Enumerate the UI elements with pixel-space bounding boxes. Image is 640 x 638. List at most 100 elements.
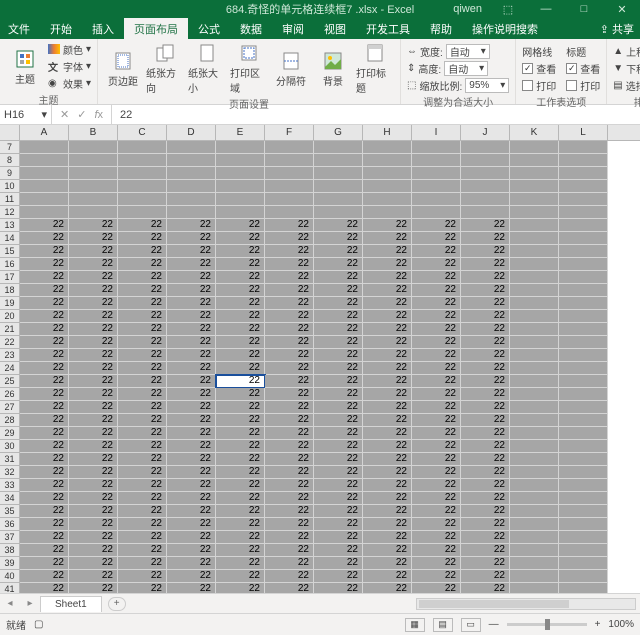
col-header[interactable]: J bbox=[461, 125, 510, 140]
cell[interactable] bbox=[559, 583, 608, 593]
cell[interactable]: 22 bbox=[461, 401, 510, 414]
select-all-corner[interactable] bbox=[0, 125, 20, 140]
cell[interactable]: 22 bbox=[167, 544, 216, 557]
cell[interactable]: 22 bbox=[20, 466, 69, 479]
cell[interactable]: 22 bbox=[265, 505, 314, 518]
cell[interactable]: 22 bbox=[314, 505, 363, 518]
cell[interactable]: 22 bbox=[314, 479, 363, 492]
cell[interactable] bbox=[510, 531, 559, 544]
cell[interactable]: 22 bbox=[314, 557, 363, 570]
cell[interactable]: 22 bbox=[167, 531, 216, 544]
maximize-button[interactable]: □ bbox=[572, 3, 596, 15]
cell[interactable]: 22 bbox=[20, 336, 69, 349]
macro-record-icon[interactable]: ▢ bbox=[34, 619, 43, 630]
cell[interactable]: 22 bbox=[412, 427, 461, 440]
cell[interactable]: 22 bbox=[265, 323, 314, 336]
cell[interactable]: 22 bbox=[363, 297, 412, 310]
cell[interactable] bbox=[216, 141, 265, 154]
cell[interactable] bbox=[510, 245, 559, 258]
sheet-nav-arrows[interactable]: ◂▸ bbox=[0, 598, 40, 609]
cell[interactable] bbox=[559, 323, 608, 336]
col-header[interactable]: G bbox=[314, 125, 363, 140]
cell[interactable]: 22 bbox=[118, 479, 167, 492]
cell[interactable] bbox=[559, 466, 608, 479]
cell[interactable] bbox=[559, 297, 608, 310]
headings-view-checkbox[interactable]: ✓查看 bbox=[566, 60, 600, 76]
cell[interactable]: 22 bbox=[461, 531, 510, 544]
cell[interactable]: 22 bbox=[20, 323, 69, 336]
cell[interactable] bbox=[559, 518, 608, 531]
cell[interactable]: 22 bbox=[314, 531, 363, 544]
cell[interactable]: 22 bbox=[20, 518, 69, 531]
cell[interactable]: 22 bbox=[118, 583, 167, 593]
cell[interactable]: 22 bbox=[69, 245, 118, 258]
row-header[interactable]: 15 bbox=[0, 245, 20, 258]
cell[interactable]: 22 bbox=[461, 362, 510, 375]
col-header[interactable]: B bbox=[69, 125, 118, 140]
cell[interactable]: 22 bbox=[363, 232, 412, 245]
scale-percent[interactable]: ⬚缩放比例:95%▾ bbox=[407, 77, 509, 93]
col-header[interactable]: C bbox=[118, 125, 167, 140]
cell[interactable]: 22 bbox=[216, 219, 265, 232]
cell[interactable]: 22 bbox=[167, 479, 216, 492]
cell[interactable] bbox=[510, 193, 559, 206]
cell[interactable] bbox=[363, 167, 412, 180]
cell[interactable]: 22 bbox=[363, 219, 412, 232]
cell[interactable]: 22 bbox=[412, 284, 461, 297]
cell[interactable]: 22 bbox=[20, 245, 69, 258]
cell[interactable] bbox=[69, 141, 118, 154]
zoom-out-button[interactable]: — bbox=[489, 619, 499, 630]
row-header[interactable]: 33 bbox=[0, 479, 20, 492]
row-header[interactable]: 19 bbox=[0, 297, 20, 310]
cell[interactable]: 22 bbox=[20, 258, 69, 271]
cell[interactable] bbox=[167, 154, 216, 167]
cell[interactable] bbox=[559, 531, 608, 544]
cell[interactable] bbox=[510, 544, 559, 557]
cell[interactable] bbox=[412, 154, 461, 167]
zoom-in-button[interactable]: + bbox=[595, 619, 601, 630]
cell[interactable]: 22 bbox=[216, 297, 265, 310]
cell[interactable]: 22 bbox=[69, 466, 118, 479]
cell[interactable]: 22 bbox=[363, 414, 412, 427]
cell[interactable] bbox=[461, 141, 510, 154]
row-header[interactable]: 23 bbox=[0, 349, 20, 362]
cell[interactable] bbox=[510, 479, 559, 492]
cell[interactable]: 22 bbox=[118, 245, 167, 258]
cell[interactable]: 22 bbox=[69, 505, 118, 518]
new-sheet-button[interactable]: + bbox=[108, 597, 126, 611]
cell[interactable]: 22 bbox=[461, 388, 510, 401]
cell[interactable] bbox=[69, 193, 118, 206]
cell[interactable] bbox=[69, 167, 118, 180]
cell[interactable]: 22 bbox=[216, 271, 265, 284]
share-button[interactable]: ⇪ 共享 bbox=[600, 21, 634, 37]
cell[interactable]: 22 bbox=[461, 245, 510, 258]
cell[interactable] bbox=[265, 167, 314, 180]
name-box[interactable]: H16▾ bbox=[0, 105, 52, 124]
cell[interactable] bbox=[167, 193, 216, 206]
cell[interactable]: 22 bbox=[216, 388, 265, 401]
cell[interactable]: 22 bbox=[363, 570, 412, 583]
cell[interactable] bbox=[559, 141, 608, 154]
cell[interactable] bbox=[510, 232, 559, 245]
row-header[interactable]: 8 bbox=[0, 154, 20, 167]
cell[interactable] bbox=[265, 154, 314, 167]
cell[interactable]: 22 bbox=[363, 271, 412, 284]
cell[interactable]: 22 bbox=[363, 349, 412, 362]
row-header[interactable]: 20 bbox=[0, 310, 20, 323]
scrollbar-thumb[interactable] bbox=[419, 600, 569, 608]
cell[interactable]: 22 bbox=[20, 427, 69, 440]
cell[interactable] bbox=[363, 141, 412, 154]
cell[interactable] bbox=[510, 440, 559, 453]
cell[interactable]: 22 bbox=[118, 284, 167, 297]
cell[interactable]: 22 bbox=[314, 349, 363, 362]
cell[interactable] bbox=[559, 206, 608, 219]
cell[interactable]: 22 bbox=[314, 466, 363, 479]
cell[interactable]: 22 bbox=[363, 518, 412, 531]
cell[interactable]: 22 bbox=[265, 557, 314, 570]
cell[interactable]: 22 bbox=[314, 492, 363, 505]
cell[interactable]: 22 bbox=[167, 349, 216, 362]
cell[interactable] bbox=[20, 180, 69, 193]
cell[interactable]: 22 bbox=[20, 297, 69, 310]
cell[interactable]: 22 bbox=[20, 557, 69, 570]
row-header[interactable]: 7 bbox=[0, 141, 20, 154]
